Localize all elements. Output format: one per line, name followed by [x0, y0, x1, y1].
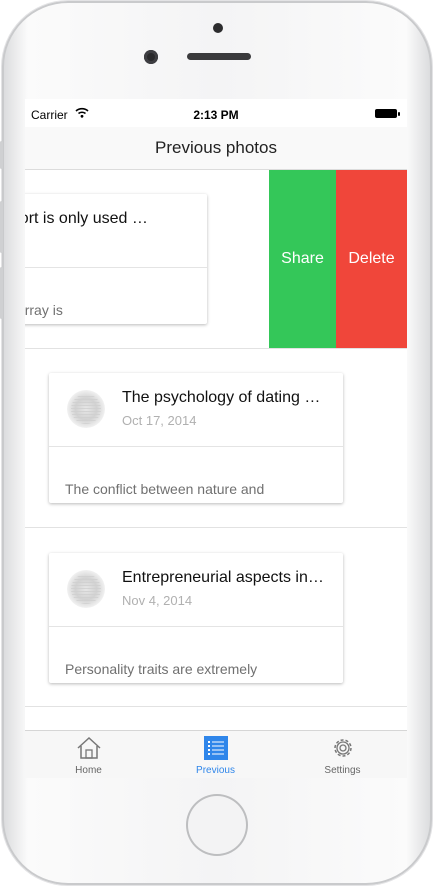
volume-up-button [0, 201, 3, 253]
mute-switch [0, 141, 3, 169]
card-excerpt: given that the array is [25, 302, 63, 318]
card-excerpt: The conflict between nature and [65, 481, 265, 497]
share-label: Share [281, 250, 324, 267]
screen: Carrier 2:13 PM Previous photos ble sort… [25, 99, 407, 778]
list-item[interactable]: The psychology of dating … Oct 17, 2014 … [25, 349, 407, 528]
status-time: 2:13 PM [193, 108, 239, 122]
navigation-bar: Previous photos [25, 127, 407, 170]
tab-home[interactable]: Home [25, 731, 152, 778]
page-title: Previous photos [155, 138, 277, 157]
tab-previous[interactable]: Previous [152, 731, 279, 778]
card-divider [25, 267, 207, 268]
front-camera [144, 50, 158, 64]
gear-icon [333, 739, 352, 757]
photo-card[interactable]: Entrepreneurial aspects in… Nov 4, 2014 … [49, 553, 343, 683]
photo-thumbnail [67, 390, 105, 428]
tab-home-label: Home [75, 765, 102, 776]
home-button[interactable] [186, 794, 248, 856]
card-excerpt: Personality traits are extremely [65, 661, 258, 677]
photo-card[interactable]: ble sort is only used … 2014 given that … [25, 194, 207, 324]
battery-icon [375, 109, 400, 118]
photo-card[interactable]: The psychology of dating … Oct 17, 2014 … [49, 373, 343, 503]
card-divider [49, 626, 343, 627]
card-date: Nov 4, 2014 [122, 593, 193, 608]
earpiece-speaker [187, 53, 251, 60]
tab-previous-label: Previous [196, 765, 235, 776]
tab-bar: Home Previous Settings [25, 730, 407, 778]
card-title: Entrepreneurial aspects in… [122, 569, 324, 586]
card-divider [49, 446, 343, 447]
card-title: The psychology of dating … [122, 389, 321, 406]
proximity-sensor [213, 23, 223, 33]
tab-settings[interactable]: Settings [279, 731, 406, 778]
status-bar: Carrier 2:13 PM [25, 99, 407, 127]
card-date: Oct 17, 2014 [122, 413, 197, 428]
home-icon [76, 736, 101, 759]
delete-button[interactable]: Delete [336, 170, 407, 348]
delete-label: Delete [348, 250, 395, 267]
photo-thumbnail [67, 570, 105, 608]
list-item[interactable]: ble sort is only used … 2014 given that … [25, 170, 407, 349]
list-item[interactable]: Entrepreneurial aspects in… Nov 4, 2014 … [25, 528, 407, 707]
list-icon [203, 736, 228, 760]
volume-down-button [0, 267, 3, 319]
tab-settings-label: Settings [324, 765, 361, 776]
share-button[interactable]: Share [269, 170, 336, 348]
card-title: ble sort is only used … [25, 210, 148, 227]
